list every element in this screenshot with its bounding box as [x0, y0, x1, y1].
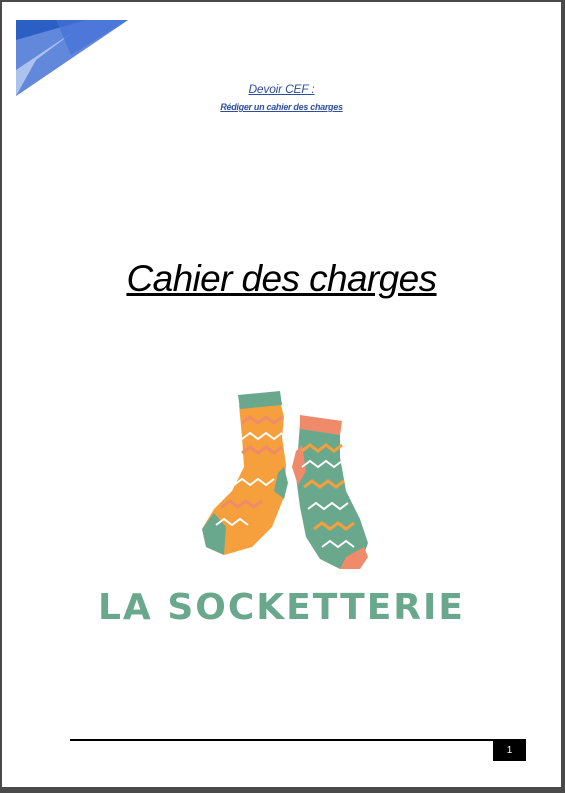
- page-number: 1: [493, 739, 526, 761]
- header-assignment-subtitle: Rédiger un cahier des charges: [220, 102, 343, 112]
- document-page: Devoir CEF : Rédiger un cahier des charg…: [2, 2, 561, 787]
- document-title: Cahier des charges: [126, 258, 437, 299]
- document-header: Devoir CEF : Rédiger un cahier des charg…: [2, 82, 561, 112]
- brand-name: LA SOCKETTERIE: [97, 587, 465, 628]
- header-assignment-title: Devoir CEF :: [248, 82, 315, 96]
- socks-logo-icon: [202, 391, 368, 569]
- footer-divider: [70, 739, 526, 741]
